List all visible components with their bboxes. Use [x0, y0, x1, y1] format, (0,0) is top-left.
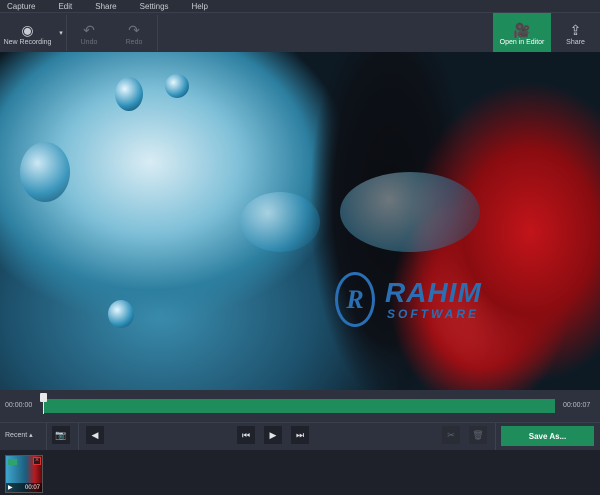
- thumbnail-duration: 00:07: [24, 484, 40, 491]
- close-icon[interactable]: ×: [33, 457, 41, 465]
- new-recording-dropdown[interactable]: ▾: [56, 13, 66, 53]
- delete-button[interactable]: 🗑: [469, 426, 487, 444]
- water-drop: [165, 74, 189, 98]
- share-button[interactable]: ⇪ Share: [553, 13, 598, 53]
- divider: [66, 15, 67, 51]
- start-time: 00:00:00: [5, 402, 33, 409]
- skip-forward-button[interactable]: ⏭: [291, 426, 309, 444]
- recording-thumbnail[interactable]: × ▶ 00:07: [5, 455, 43, 493]
- end-time: 00:00:07: [563, 402, 591, 409]
- recent-recordings: × ▶ 00:07: [0, 450, 600, 495]
- menu-bar: Capture Edit Share Settings Help: [0, 0, 600, 12]
- volume-button[interactable]: ◀: [86, 426, 104, 444]
- divider: [495, 423, 496, 451]
- water-drop: [115, 77, 143, 111]
- recent-toggle[interactable]: Recent ▴: [5, 431, 33, 439]
- menu-help[interactable]: Help: [192, 2, 208, 11]
- undo-button[interactable]: ↶ Undo: [70, 13, 108, 53]
- play-button[interactable]: ▶: [264, 426, 282, 444]
- redo-icon: ↷: [128, 21, 140, 38]
- timeline: 00:00:00 00:00:07: [0, 390, 600, 422]
- record-icon: ◉: [21, 21, 34, 38]
- water-drop: [20, 142, 70, 202]
- menu-edit[interactable]: Edit: [58, 2, 72, 11]
- playback-controls: Recent ▴ 📷 ◀ ⏮ ▶ ⏭ ✂ 🗑 Save As...: [0, 422, 600, 451]
- undo-icon: ↶: [83, 21, 95, 38]
- menu-share[interactable]: Share: [95, 2, 116, 11]
- watermark-logo: R: [335, 272, 375, 327]
- redo-button[interactable]: ↷ Redo: [115, 13, 153, 53]
- share-icon: ⇪: [569, 21, 582, 38]
- scissors-icon: ✂: [447, 429, 455, 440]
- camera-icon: 📷: [55, 429, 67, 440]
- open-in-editor-button[interactable]: 🎥 Open in Editor: [493, 13, 551, 53]
- menu-settings[interactable]: Settings: [140, 2, 169, 11]
- water-splash: [340, 172, 480, 252]
- toolbar: ◉ New Recording ▾ ↶ Undo ↷ Redo 🎥 Open i…: [0, 12, 600, 53]
- screenshot-button[interactable]: 📷: [52, 426, 70, 444]
- chevron-up-icon: ▴: [29, 432, 33, 439]
- play-icon: ▶: [8, 485, 13, 491]
- video-preview: R RAHIM SOFTWARE: [0, 52, 600, 390]
- chevron-down-icon: ▾: [59, 30, 63, 37]
- watermark: R RAHIM SOFTWARE: [335, 267, 505, 327]
- water-drop: [108, 300, 134, 328]
- film-camera-icon: 🎥: [513, 21, 531, 38]
- save-as-button[interactable]: Save As...: [501, 426, 594, 446]
- folder-icon[interactable]: [8, 459, 17, 465]
- playhead-handle[interactable]: [40, 393, 47, 402]
- skip-forward-icon: ⏭: [295, 429, 305, 440]
- new-recording-button[interactable]: ◉ New Recording: [0, 13, 55, 53]
- skip-back-icon: ⏮: [241, 429, 251, 440]
- play-icon: ▶: [269, 429, 277, 440]
- divider: [46, 423, 47, 451]
- menu-capture[interactable]: Capture: [7, 2, 35, 11]
- speaker-icon: ◀: [91, 429, 99, 440]
- divider: [157, 15, 158, 51]
- cut-button[interactable]: ✂: [442, 426, 460, 444]
- water-splash: [240, 192, 320, 252]
- divider: [78, 423, 79, 451]
- timeline-track[interactable]: [43, 399, 555, 413]
- trash-icon: 🗑: [472, 429, 484, 440]
- skip-back-button[interactable]: ⏮: [237, 426, 255, 444]
